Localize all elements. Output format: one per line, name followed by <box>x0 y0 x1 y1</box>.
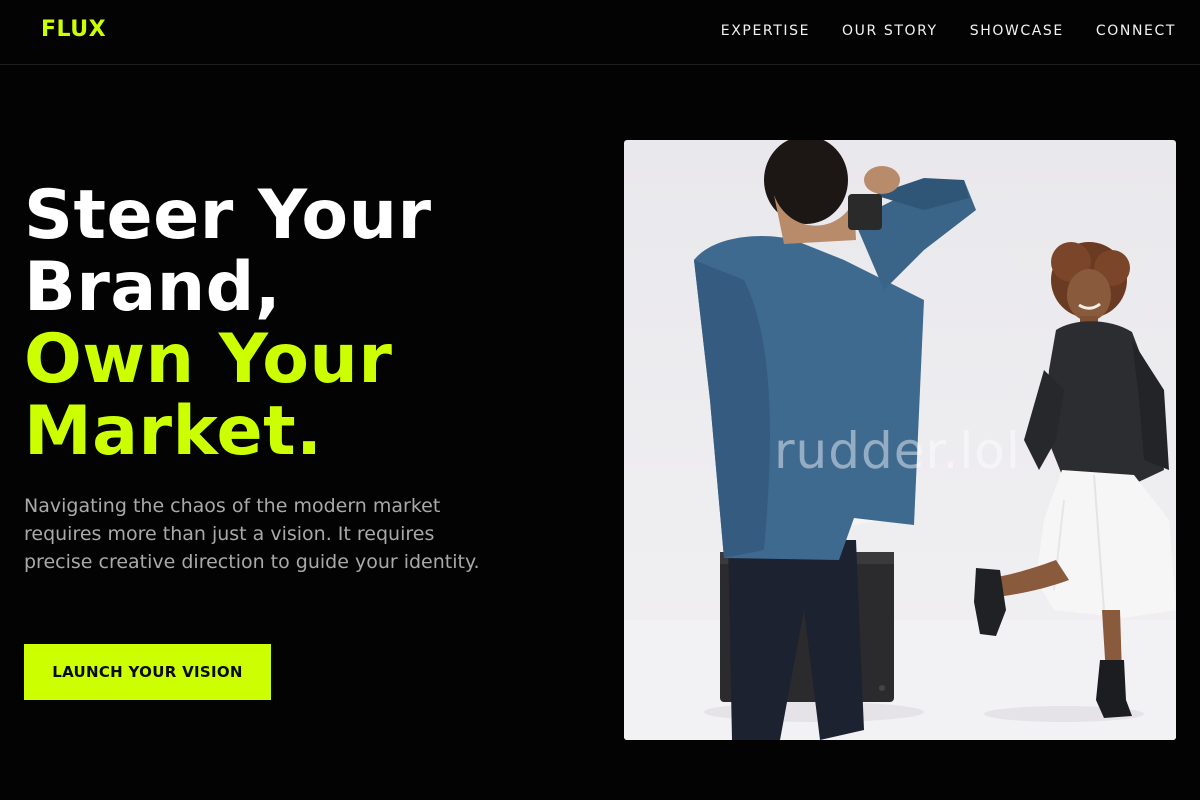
hero-headline: Steer Your Brand, Own Your Market. <box>24 180 544 468</box>
nav-item-expertise[interactable]: EXPERTISE <box>721 23 810 39</box>
image-watermark: rudder.lol <box>774 422 1021 480</box>
headline-line-2: Brand, <box>24 248 282 327</box>
headline-line-1: Steer Your <box>24 176 432 255</box>
brand-logo[interactable]: FLUX <box>41 17 106 42</box>
landing-page: FLUX EXPERTISE OUR STORY SHOWCASE CONNEC… <box>0 0 1200 800</box>
nav-item-our-story[interactable]: OUR STORY <box>842 23 938 39</box>
headline-line-4: Market. <box>24 392 323 471</box>
launch-vision-button[interactable]: LAUNCH YOUR VISION <box>24 644 271 700</box>
main-nav: EXPERTISE OUR STORY SHOWCASE CONNECT <box>721 23 1176 39</box>
hero-description: Navigating the chaos of the modern marke… <box>24 495 480 573</box>
headline-line-3: Own Your <box>24 320 393 399</box>
nav-item-connect[interactable]: CONNECT <box>1096 23 1176 39</box>
site-header: FLUX EXPERTISE OUR STORY SHOWCASE CONNEC… <box>0 0 1200 65</box>
nav-item-showcase[interactable]: SHOWCASE <box>970 23 1064 39</box>
hero-image: rudder.lol <box>624 140 1176 740</box>
